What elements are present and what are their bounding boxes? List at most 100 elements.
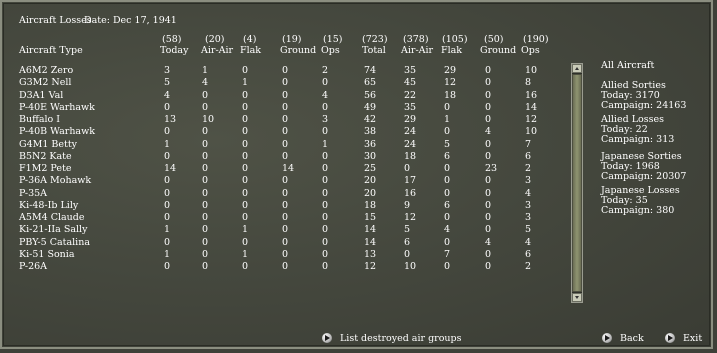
cell-campaign-air-air: 24 <box>404 138 417 150</box>
cell-campaign-air-air: 0 <box>404 163 411 174</box>
cell-campaign-flak: 7 <box>444 248 451 260</box>
cell-ops: 0 <box>322 175 329 187</box>
cell-campaign-ops: 10 <box>525 65 538 76</box>
cell-ground: 0 <box>282 248 289 260</box>
cell-ground: 0 <box>282 89 289 101</box>
cell-campaign-flak: 0 <box>444 187 451 199</box>
cell-ground: 0 <box>282 101 289 113</box>
table-row[interactable]: G3M2 Nell 5 4 1 0 0 65 45 12 0 8 <box>2 77 562 89</box>
cell-today: 13 <box>164 114 177 125</box>
cell-campaign-total: 18 <box>364 199 377 211</box>
cell-campaign-ground: 23 <box>485 163 498 174</box>
allied-losses-campaign: Campaign: 313 <box>601 134 675 145</box>
table-row[interactable]: Ki-21-IIa Sally 1 0 1 0 0 14 5 4 0 5 <box>2 224 562 236</box>
table-row[interactable]: A6M2 Zero 3 1 0 0 2 74 35 29 0 10 <box>2 65 562 77</box>
cell-aircraft-type: D3A1 Val <box>19 89 64 101</box>
table-row[interactable]: P-26A 0 0 0 0 0 12 10 0 0 2 <box>2 261 562 273</box>
cell-campaign-air-air: 29 <box>404 114 417 125</box>
table-row[interactable]: P-40B Warhawk 0 0 0 0 0 38 24 0 4 10 <box>2 126 562 138</box>
cell-ops: 0 <box>322 224 329 236</box>
cell-campaign-air-air: 24 <box>404 126 417 138</box>
table-row[interactable]: P-40E Warhawk 0 0 0 0 0 49 35 0 0 14 <box>2 102 562 114</box>
cell-campaign-ground: 4 <box>485 126 492 138</box>
cell-campaign-air-air: 5 <box>404 224 411 236</box>
table-row[interactable]: PBY-5 Catalina 0 0 0 0 0 14 6 0 4 4 <box>2 237 562 249</box>
cell-flak: 0 <box>242 114 249 125</box>
table-row[interactable]: P-36A Mohawk 0 0 0 0 0 20 17 0 0 3 <box>2 175 562 187</box>
table-row[interactable]: B5N2 Kate 0 0 0 0 0 30 18 6 0 6 <box>2 151 562 163</box>
table-row[interactable]: P-35A 0 0 0 0 0 20 16 0 0 4 <box>2 188 562 200</box>
cell-flak: 0 <box>242 212 249 223</box>
table-scrollbar[interactable] <box>571 63 583 303</box>
cell-campaign-flak: 4 <box>444 224 451 236</box>
cell-air-air: 0 <box>202 101 209 113</box>
cell-aircraft-type: PBY-5 Catalina <box>19 236 90 248</box>
cell-aircraft-type: B5N2 Kate <box>19 150 72 162</box>
cell-ops: 0 <box>322 163 329 174</box>
cell-campaign-ground: 0 <box>485 101 492 113</box>
table-row[interactable]: Ki-51 Sonia 1 0 1 0 0 13 0 7 0 6 <box>2 249 562 261</box>
cell-air-air: 0 <box>202 248 209 260</box>
cell-flak: 0 <box>242 150 249 162</box>
allied-sorties-campaign: Campaign: 24163 <box>601 100 687 111</box>
cell-aircraft-type: P-26A <box>19 261 48 272</box>
cell-campaign-ops: 8 <box>525 77 532 89</box>
cell-air-air: 0 <box>202 187 209 199</box>
cell-ops: 1 <box>322 138 329 150</box>
cell-campaign-ops: 2 <box>525 163 532 174</box>
scroll-down-icon[interactable] <box>572 293 582 302</box>
cell-aircraft-type: A5M4 Claude <box>19 212 85 223</box>
cell-campaign-ground: 0 <box>485 65 492 76</box>
cell-campaign-ground: 0 <box>485 89 492 101</box>
arrow-circle-icon <box>322 333 332 343</box>
table-row[interactable]: Ki-48-Ib Lily 0 0 0 0 0 18 9 6 0 3 <box>2 200 562 212</box>
column-headers-row: Aircraft Type Today Air-Air Flak Ground … <box>2 45 562 56</box>
cell-campaign-ops: 3 <box>525 212 532 223</box>
back-label: Back <box>620 332 644 344</box>
cell-campaign-air-air: 0 <box>404 248 411 260</box>
cell-air-air: 0 <box>202 89 209 101</box>
cell-ground: 0 <box>282 212 289 223</box>
cell-campaign-total: 12 <box>364 261 377 272</box>
cell-flak: 0 <box>242 138 249 150</box>
cell-campaign-flak: 1 <box>444 114 451 125</box>
exit-button[interactable]: Exit <box>665 331 702 345</box>
cell-aircraft-type: Buffalo I <box>19 114 61 125</box>
cell-today: 0 <box>164 150 171 162</box>
cell-today: 0 <box>164 199 171 211</box>
cell-today: 0 <box>164 101 171 113</box>
cell-ground: 14 <box>282 163 295 174</box>
cell-ops: 0 <box>322 261 329 272</box>
cell-campaign-ops: 2 <box>525 261 532 272</box>
cell-campaign-total: 65 <box>364 77 377 89</box>
list-destroyed-air-groups-button[interactable]: List destroyed air groups <box>322 331 462 345</box>
cell-ops: 0 <box>322 126 329 138</box>
cell-campaign-total: 30 <box>364 150 377 162</box>
table-row[interactable]: A5M4 Claude 0 0 0 0 0 15 12 0 0 3 <box>2 212 562 224</box>
cell-aircraft-type: F1M2 Pete <box>19 163 72 174</box>
cell-campaign-air-air: 35 <box>404 101 417 113</box>
table-row[interactable]: Buffalo I 13 10 0 0 3 42 29 1 0 12 <box>2 114 562 126</box>
cell-ops: 0 <box>322 212 329 223</box>
back-button[interactable]: Back <box>602 331 644 345</box>
cell-today: 1 <box>164 138 171 150</box>
japanese-losses-campaign: Campaign: 380 <box>601 205 675 216</box>
cell-campaign-flak: 0 <box>444 126 451 138</box>
table-row[interactable]: G4M1 Betty 1 0 0 0 1 36 24 5 0 7 <box>2 139 562 151</box>
column-totals-row: (58) (20) (4) (19) (15) (723) (378) (105… <box>2 34 562 45</box>
cell-campaign-ground: 0 <box>485 261 492 272</box>
cell-aircraft-type: Ki-48-Ib Lily <box>19 199 79 211</box>
cell-ground: 0 <box>282 114 289 125</box>
cell-campaign-flak: 6 <box>444 199 451 211</box>
cell-campaign-air-air: 12 <box>404 212 417 223</box>
cell-aircraft-type: P-36A Mohawk <box>19 175 92 187</box>
table-row[interactable]: F1M2 Pete 14 0 0 14 0 25 0 0 23 2 <box>2 163 562 175</box>
scrollbar-thumb[interactable] <box>572 74 582 292</box>
cell-campaign-total: 25 <box>364 163 377 174</box>
cell-flak: 1 <box>242 224 249 236</box>
cell-flak: 0 <box>242 236 249 248</box>
cell-ground: 0 <box>282 150 289 162</box>
cell-ops: 0 <box>322 150 329 162</box>
scroll-up-icon[interactable] <box>572 64 582 73</box>
table-row[interactable]: D3A1 Val 4 0 0 0 4 56 22 18 0 16 <box>2 90 562 102</box>
